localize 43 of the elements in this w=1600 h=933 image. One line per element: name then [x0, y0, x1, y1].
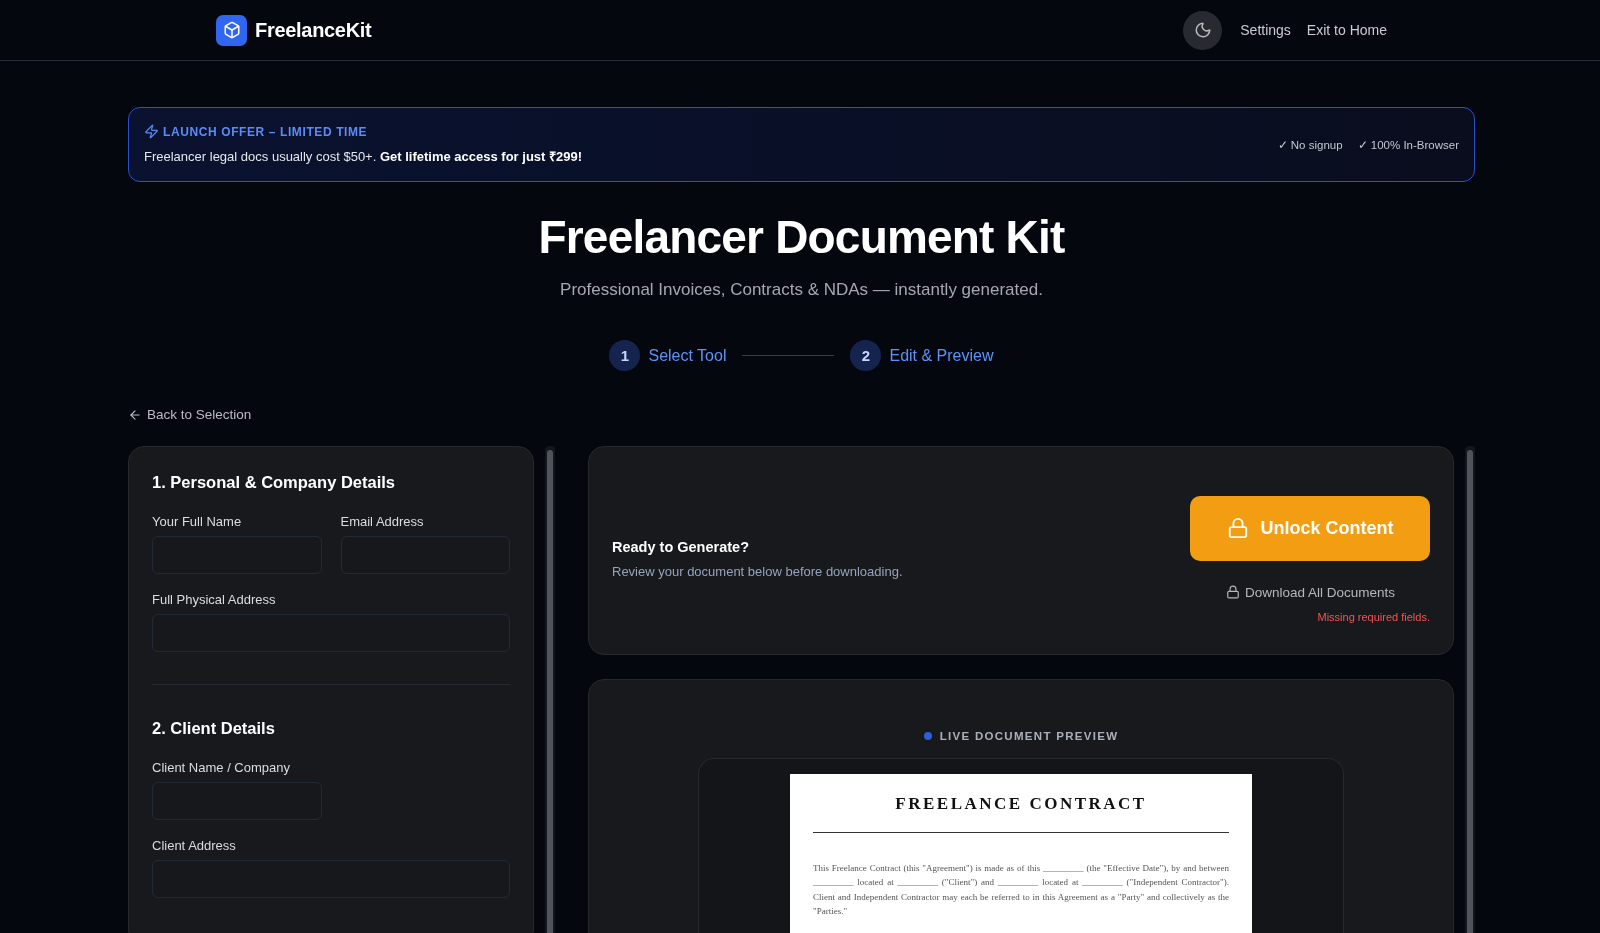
field-label: Client Name / Company	[152, 759, 291, 775]
feature-note: ✓ 100% In-Browser	[1357, 137, 1459, 152]
input-field[interactable]	[340, 535, 510, 574]
back-link[interactable]: Back to Selection	[128, 407, 252, 422]
document-paragraph: This Freelance Contract (this "Agreement") is made as of this _________ (the "Effective Date"), by and between _________ located at _________ ("Client") and _________ located at _________ ("Independent Contractor"). Client and Independent Contractor may each be referred to in this Agreement as a "Party" and collectively as the "Parties."	[813, 861, 1229, 918]
moon-icon	[1193, 21, 1212, 39]
section-title: 2. Client Details	[152, 718, 276, 738]
nav-link[interactable]: Exit to Home	[1306, 22, 1387, 38]
lock-icon	[1226, 517, 1249, 539]
back-arrow-icon	[128, 407, 142, 422]
field-label: Email Address	[340, 513, 425, 529]
field-label: Full Physical Address	[152, 591, 277, 607]
download-button[interactable]: Download All Documents	[1225, 584, 1395, 600]
preview-label: LIVE DOCUMENT PREVIEW	[939, 729, 1119, 742]
offer-tag: LAUNCH OFFER – LIMITED TIME	[163, 124, 368, 139]
field-label: Your Full Name	[152, 513, 243, 529]
input-field[interactable]	[152, 859, 510, 898]
offer-message: Freelancer legal docs usually cost $50+. Get lifetime access for just ₹299!	[144, 148, 583, 165]
page-subtitle: Professional Invoices, Contracts & NDAs — instantly generated.	[559, 280, 1044, 300]
generate-title: Ready to Generate?	[612, 539, 750, 555]
brand-name: FreelanceKit	[255, 18, 372, 42]
document-title: FREELANCE CONTRACT	[813, 793, 1229, 833]
live-dot-icon	[923, 731, 932, 740]
step-number: 2	[850, 340, 882, 371]
theme-toggle-button[interactable]	[1183, 10, 1223, 50]
error-message: Missing required fields.	[1317, 610, 1430, 623]
nav-link[interactable]: Settings	[1240, 22, 1291, 38]
page-title: Freelancer Document Kit	[537, 210, 1066, 264]
step-number: 1	[609, 340, 641, 371]
input-field[interactable]	[152, 781, 322, 820]
step-label: Select Tool	[648, 346, 727, 365]
logo-icon	[216, 14, 247, 46]
scrollbar[interactable]	[1465, 445, 1475, 933]
section-title: 1. Personal & Company Details	[152, 472, 396, 492]
input-field[interactable]	[152, 613, 510, 652]
generate-subtitle: Review your document below before downloading.	[612, 564, 903, 579]
field-label: Client Address	[152, 837, 237, 853]
lock-icon	[1225, 585, 1240, 599]
input-field[interactable]	[152, 535, 322, 574]
scrollbar[interactable]	[545, 445, 555, 933]
lightning-icon	[144, 124, 159, 139]
feature-note: ✓ No signup	[1277, 137, 1343, 152]
step-label: Edit & Preview	[889, 346, 994, 365]
